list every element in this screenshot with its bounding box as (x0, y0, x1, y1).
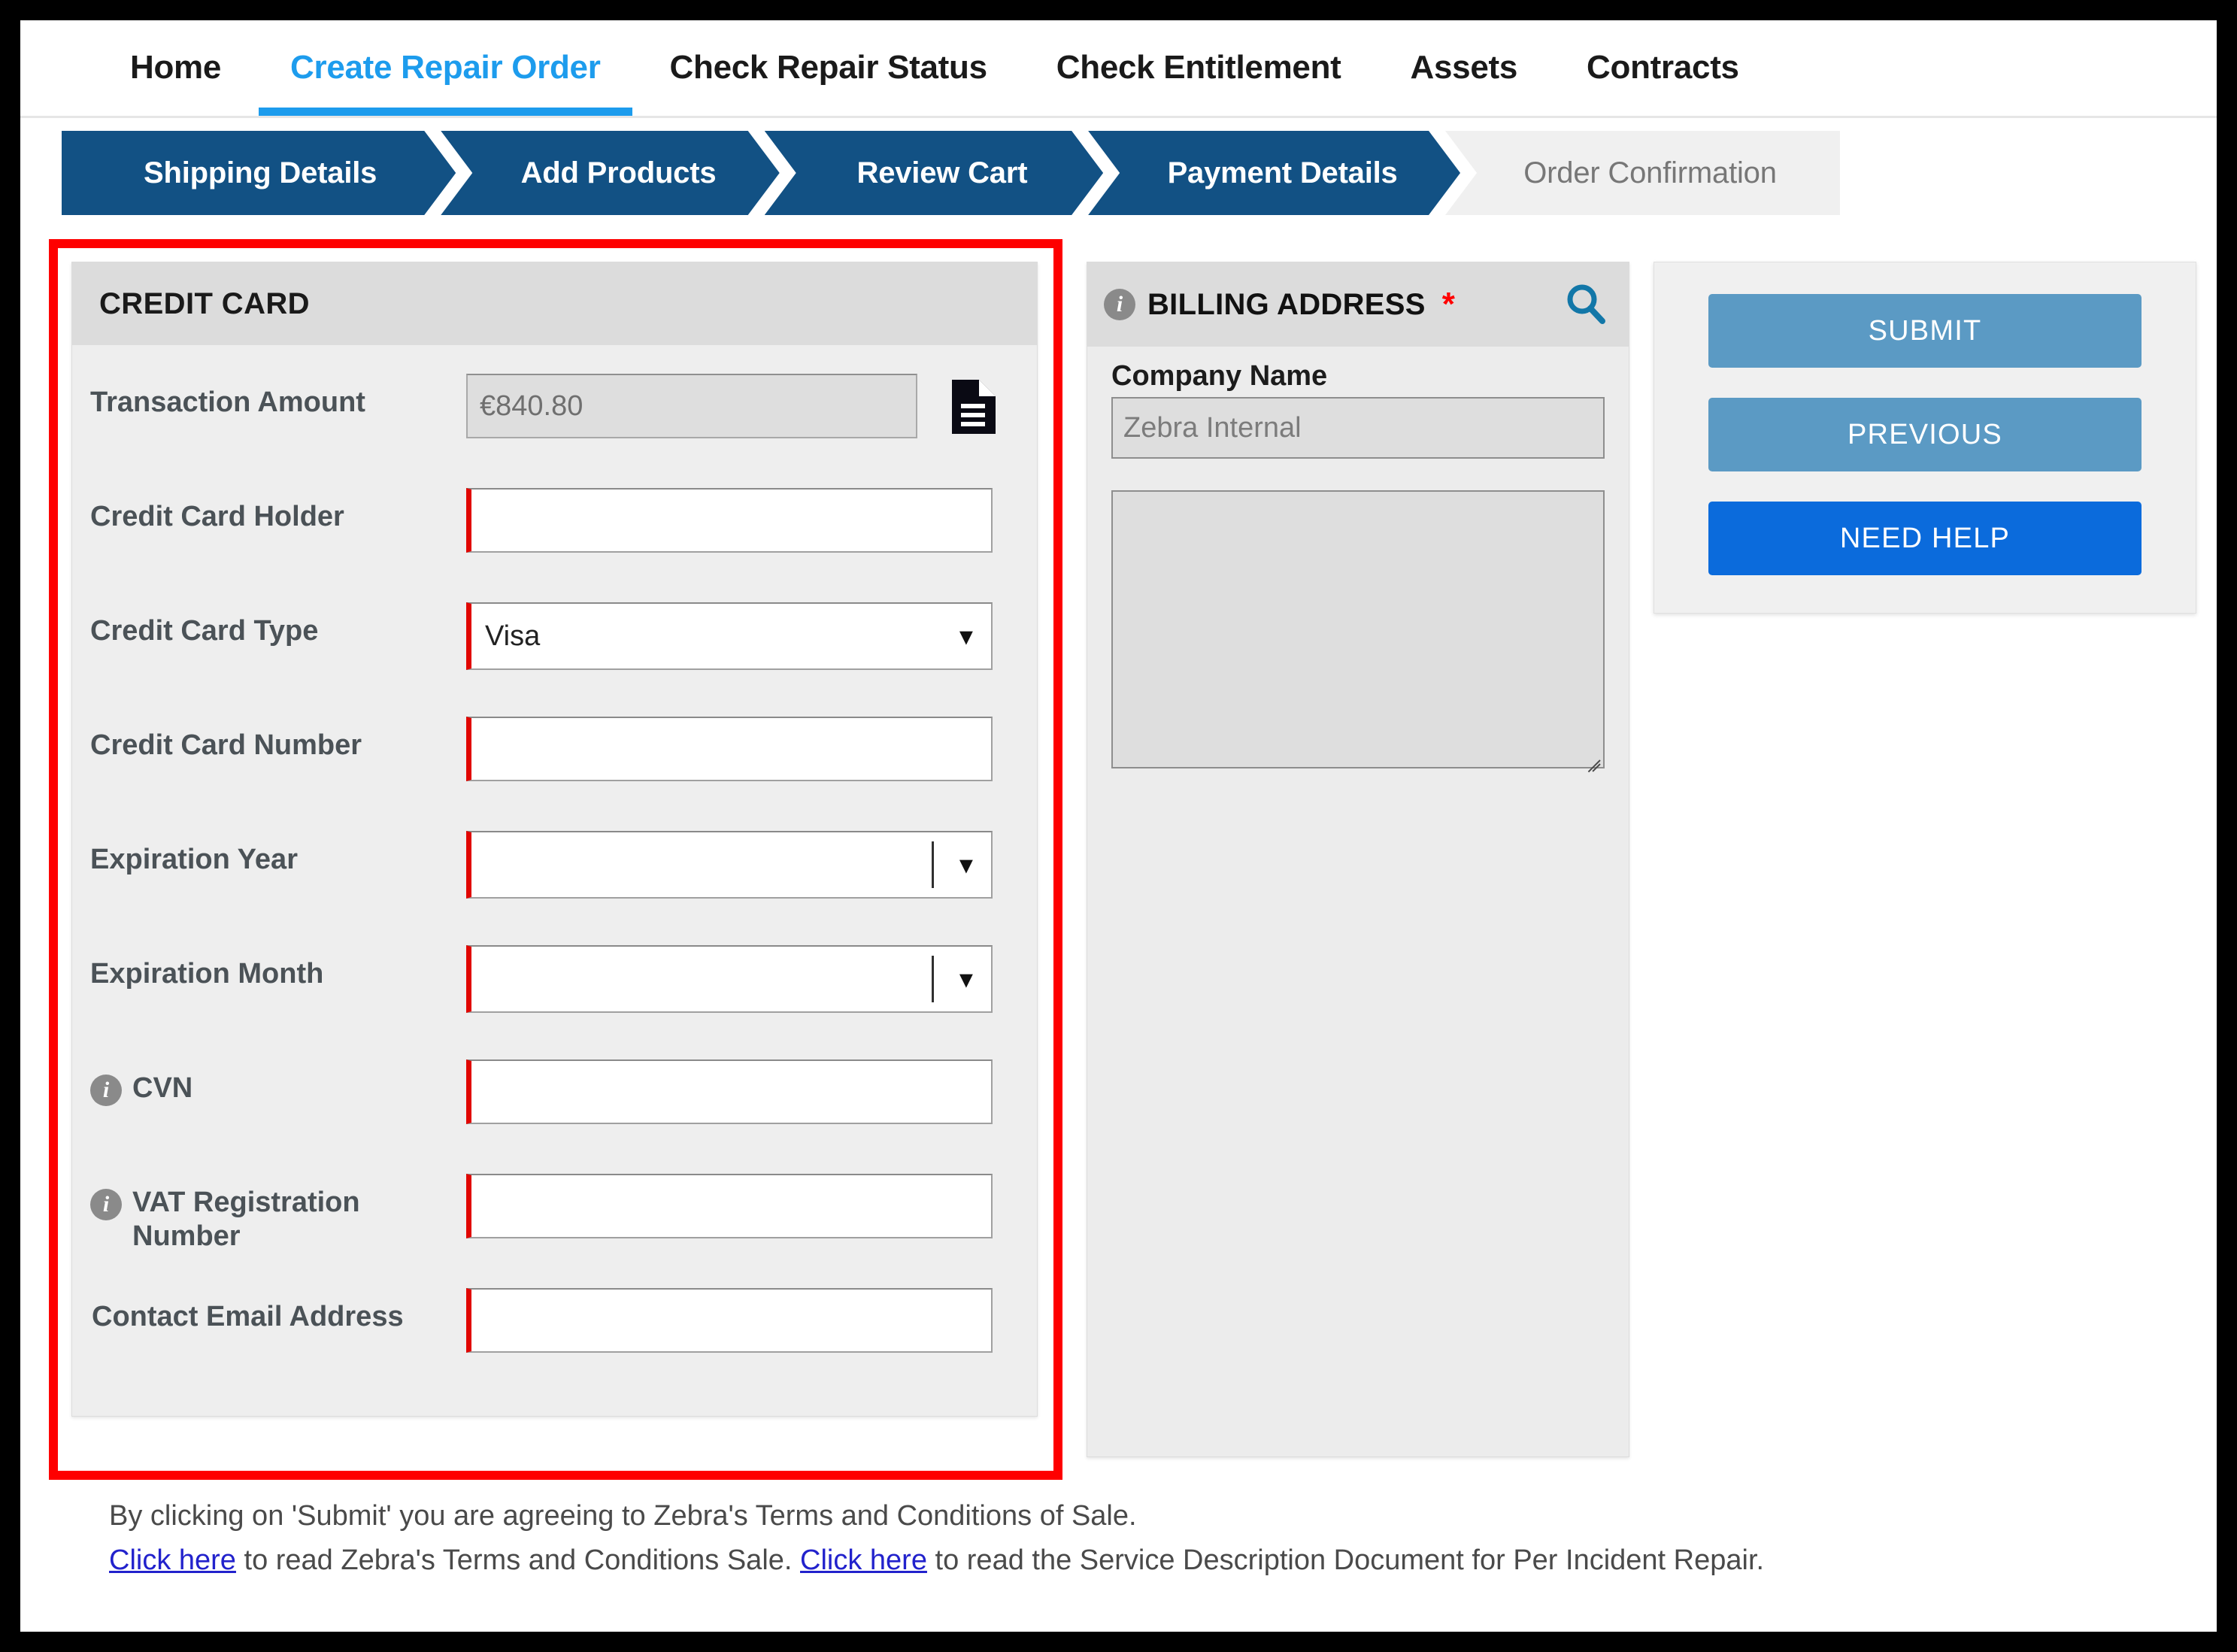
credit-card-panel-title: CREDIT CARD (72, 262, 1037, 345)
field-row-vat-registration-number: i VAT Registration Number (72, 1174, 1037, 1288)
nav-item-assets[interactable]: Assets (1376, 20, 1553, 116)
terms-links-line: Click here to read Zebra's Terms and Con… (109, 1538, 2217, 1583)
billing-address-body: Company Name Zebra Internal (1087, 347, 1629, 773)
label-transaction-amount-text: Transaction Amount (90, 386, 365, 418)
chevron-down-icon: ▾ (959, 963, 973, 994)
step-review-cart[interactable]: Review Cart (765, 131, 1103, 215)
control-credit-card-number (466, 717, 1037, 781)
field-row-expiration-month: Expiration Month ▾ (72, 945, 1037, 1059)
control-cvn (466, 1059, 1037, 1124)
label-expiration-month: Expiration Month (90, 945, 466, 991)
service-description-link[interactable]: Click here (800, 1544, 927, 1576)
credit-card-type-selected-value: Visa (485, 620, 541, 652)
control-credit-card-type: Visa ▾ (466, 602, 1037, 670)
label-credit-card-number-text: Credit Card Number (90, 729, 362, 761)
label-contact-email-address: Contact Email Address (90, 1288, 466, 1334)
label-credit-card-type: Credit Card Type (90, 602, 466, 648)
control-contact-email-address (466, 1288, 1037, 1353)
billing-address-panel: i BILLING ADDRESS * Company Name Zebra I… (1087, 262, 1629, 1457)
company-name-label: Company Name (1111, 360, 1328, 392)
terms-footer: By clicking on 'Submit' you are agreeing… (20, 1494, 2217, 1583)
resize-handle[interactable] (1581, 744, 1601, 773)
page-frame: Home Create Repair Order Check Repair St… (20, 20, 2217, 1632)
company-name-input: Zebra Internal (1111, 397, 1605, 459)
step-shipping-details[interactable]: Shipping Details (62, 131, 456, 215)
payment-details-content: CREDIT CARD Transaction Amount €840.80 C… (20, 226, 2217, 1480)
transaction-amount-input: €840.80 (466, 374, 917, 438)
label-expiration-month-text: Expiration Month (90, 958, 324, 990)
info-icon[interactable]: i (90, 1189, 122, 1220)
credit-card-number-input[interactable] (466, 717, 993, 781)
control-transaction-amount: €840.80 (466, 374, 1037, 439)
label-contact-email-address-text: Contact Email Address (92, 1301, 404, 1332)
step-payment-details[interactable]: Payment Details (1088, 131, 1460, 215)
need-help-button[interactable]: NEED HELP (1708, 502, 2142, 575)
credit-card-panel: CREDIT CARD Transaction Amount €840.80 C… (71, 262, 1038, 1417)
vat-registration-number-input[interactable] (466, 1174, 993, 1238)
field-row-credit-card-holder: Credit Card Holder (72, 488, 1037, 602)
nav-item-home[interactable]: Home (95, 20, 256, 116)
step-add-products[interactable]: Add Products (441, 131, 779, 215)
chevron-down-icon: ▾ (959, 849, 973, 880)
label-credit-card-number: Credit Card Number (90, 717, 466, 762)
step-order-confirmation: Order Confirmation (1445, 131, 1840, 215)
field-row-contact-email-address: Contact Email Address (72, 1288, 1037, 1386)
action-buttons-panel: SUBMIT PREVIOUS NEED HELP (1654, 262, 2196, 614)
cvn-input[interactable] (466, 1059, 993, 1124)
nav-item-check-entitlement[interactable]: Check Entitlement (1022, 20, 1376, 116)
credit-card-holder-input[interactable] (466, 488, 993, 553)
search-icon[interactable] (1563, 281, 1609, 328)
credit-card-type-select[interactable]: Visa ▾ (466, 602, 993, 670)
top-navigation-bar: Home Create Repair Order Check Repair St… (20, 20, 2217, 118)
field-row-cvn: i CVN (72, 1059, 1037, 1174)
required-asterisk: * (1441, 285, 1455, 323)
label-credit-card-type-text: Credit Card Type (90, 615, 319, 647)
info-icon[interactable]: i (90, 1075, 122, 1106)
control-expiration-month: ▾ (466, 945, 1037, 1013)
label-credit-card-holder: Credit Card Holder (90, 488, 466, 534)
terms-agreement-text: By clicking on 'Submit' you are agreeing… (109, 1500, 1137, 1532)
nav-item-contracts[interactable]: Contracts (1552, 20, 1774, 116)
terms-conditions-link[interactable]: Click here (109, 1544, 236, 1576)
field-row-expiration-year: Expiration Year ▾ (72, 831, 1037, 945)
previous-button[interactable]: PREVIOUS (1708, 398, 2142, 471)
field-row-transaction-amount: Transaction Amount €840.80 (72, 374, 1037, 488)
select-separator (932, 841, 934, 888)
label-credit-card-holder-text: Credit Card Holder (90, 501, 344, 532)
contact-email-address-input[interactable] (466, 1288, 993, 1353)
nav-item-check-repair-status[interactable]: Check Repair Status (635, 20, 1022, 116)
label-vat-registration-number-text: VAT Registration Number (132, 1187, 360, 1252)
field-row-credit-card-number: Credit Card Number (72, 717, 1037, 831)
label-vat-registration-number: i VAT Registration Number (90, 1174, 466, 1253)
billing-address-textarea[interactable] (1111, 490, 1605, 773)
expiration-month-select[interactable]: ▾ (466, 945, 993, 1013)
label-expiration-year: Expiration Year (90, 831, 466, 877)
label-cvn-text: CVN (132, 1072, 193, 1104)
label-expiration-year-text: Expiration Year (90, 844, 298, 875)
checkout-progress-steps: Shipping Details Add Products Review Car… (62, 131, 1840, 215)
info-icon[interactable]: i (1104, 289, 1135, 320)
billing-address-header: i BILLING ADDRESS * (1087, 262, 1629, 347)
credit-card-form: Transaction Amount €840.80 Credit Card H… (72, 345, 1037, 1416)
terms-links-text-1: to read Zebra's Terms and Conditions Sal… (235, 1544, 801, 1576)
billing-address-title: BILLING ADDRESS (1147, 287, 1426, 321)
nav-item-create-repair-order[interactable]: Create Repair Order (256, 20, 635, 116)
chevron-down-icon: ▾ (959, 620, 973, 651)
document-icon[interactable] (950, 378, 997, 439)
label-cvn: i CVN (90, 1059, 466, 1106)
expiration-year-select[interactable]: ▾ (466, 831, 993, 899)
control-vat-registration-number (466, 1174, 1037, 1238)
control-expiration-year: ▾ (466, 831, 1037, 899)
field-row-credit-card-type: Credit Card Type Visa ▾ (72, 602, 1037, 717)
terms-links-text-2: to read the Service Description Document… (926, 1544, 1765, 1576)
select-separator (932, 956, 934, 1002)
submit-button[interactable]: SUBMIT (1708, 294, 2142, 368)
control-credit-card-holder (466, 488, 1037, 553)
label-transaction-amount: Transaction Amount (90, 374, 466, 420)
